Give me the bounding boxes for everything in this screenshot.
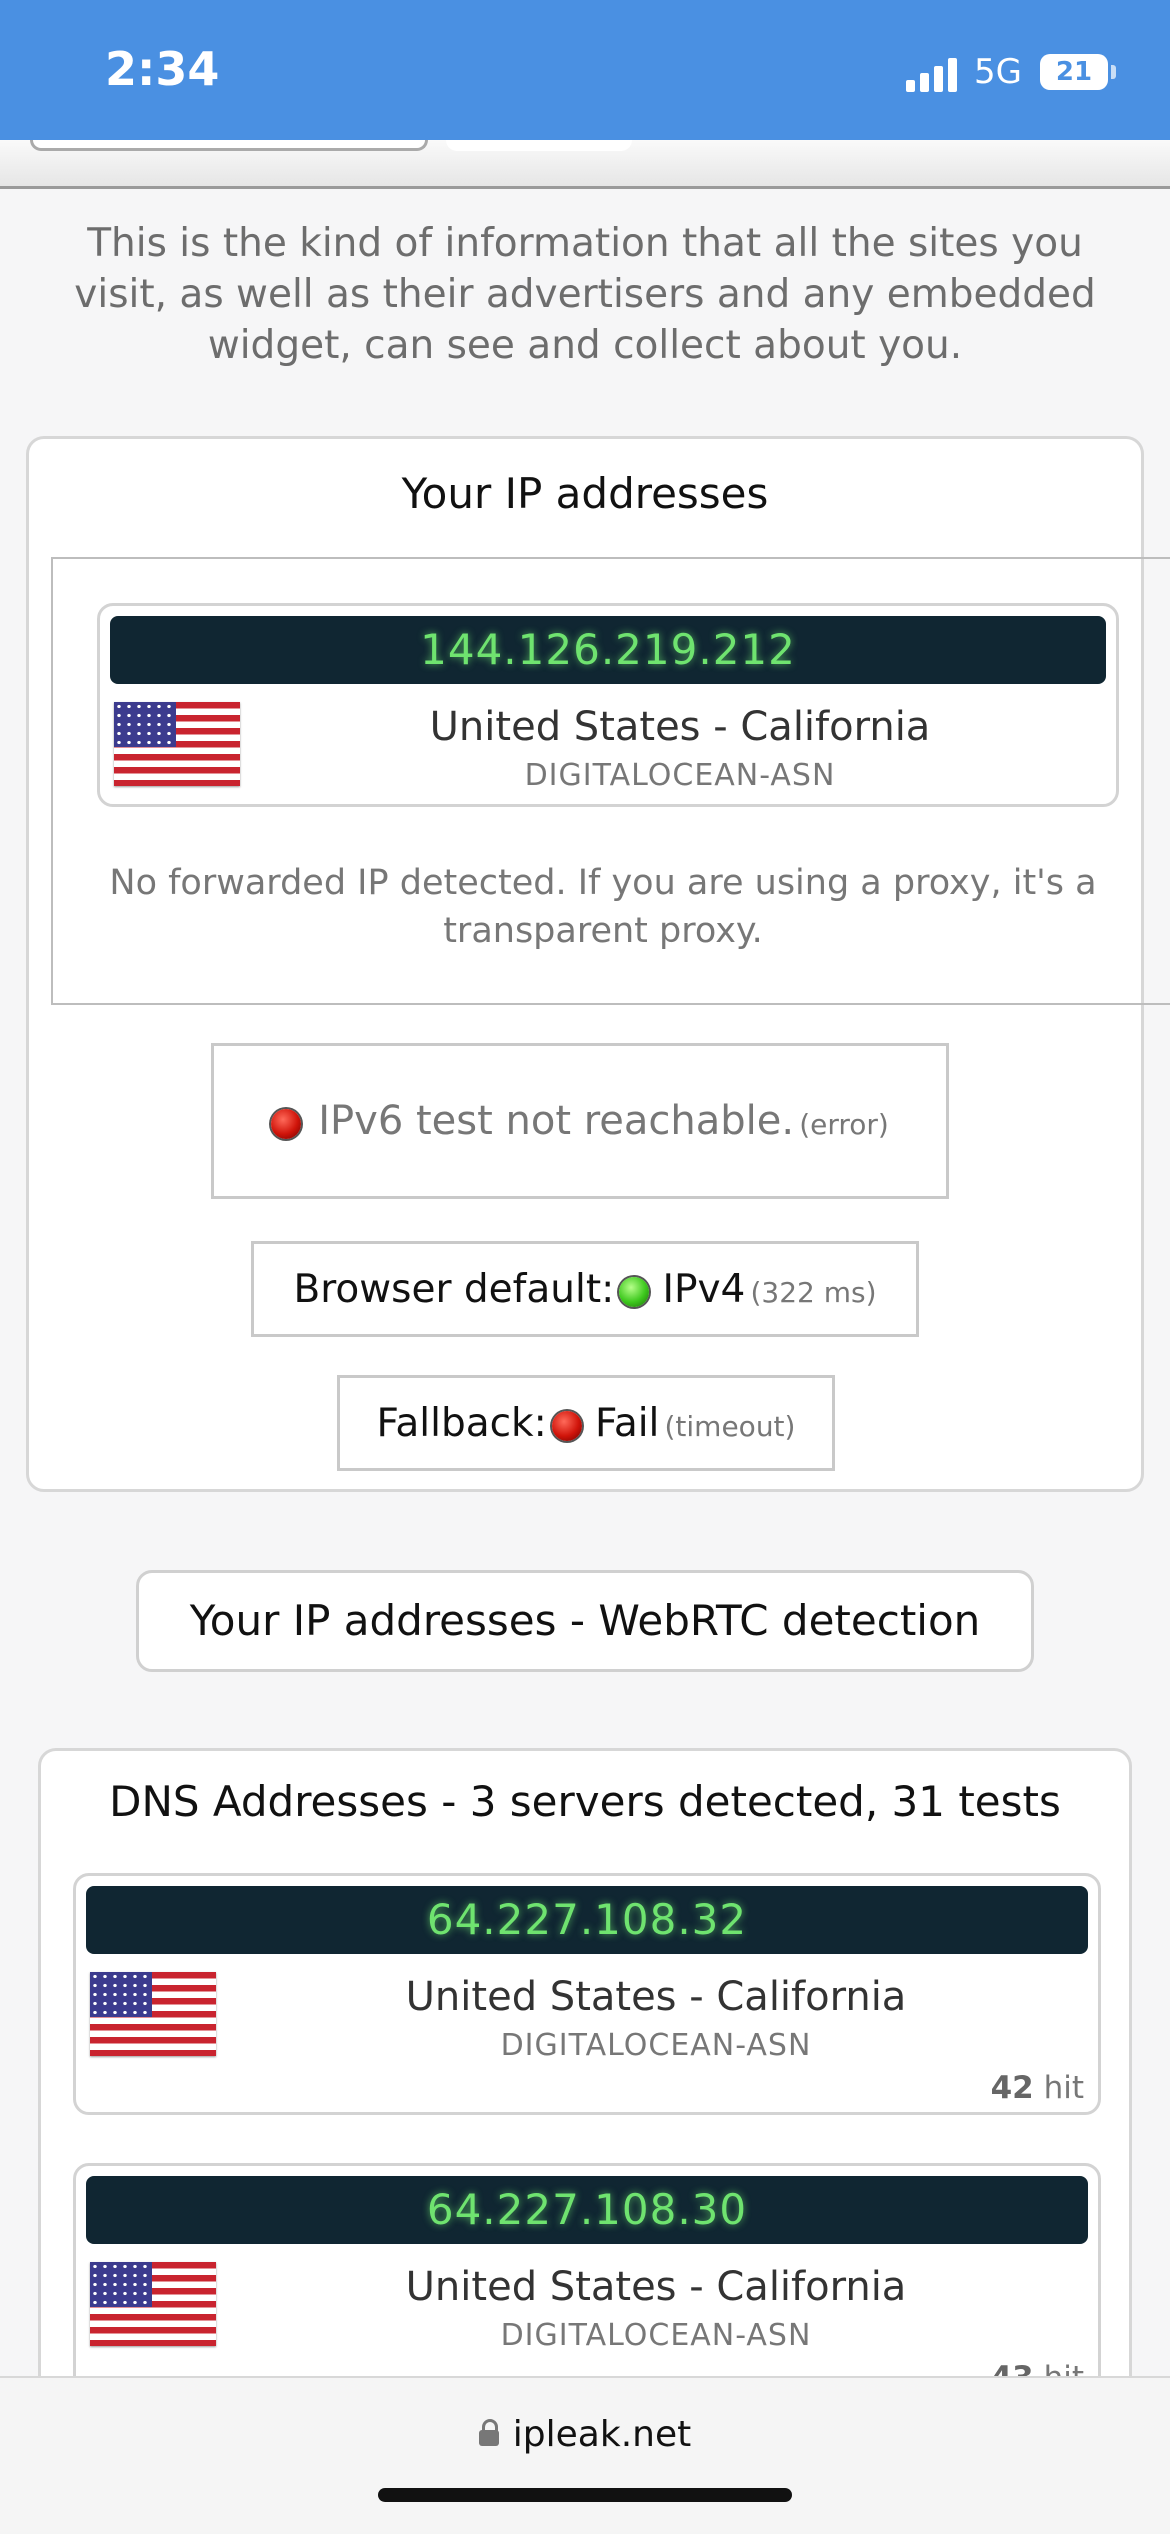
url-text: ipleak.net	[512, 2414, 692, 2455]
ipv6-status-label: IPv6 test not reachable.	[318, 1098, 795, 1144]
dns-ip-address[interactable]: 64.227.108.30	[86, 2176, 1088, 2244]
cellular-signal-icon	[906, 58, 958, 92]
browser-default-box: Browser default: IPv4 (322 ms)	[251, 1241, 919, 1337]
hit-number: 42	[990, 2070, 1034, 2106]
page-header-strip	[0, 140, 1170, 189]
us-flag-icon	[90, 1972, 216, 2056]
dns-server-card: 64.227.108.30 United States - California…	[73, 2163, 1101, 2405]
browser-default-label: Browser default:	[293, 1267, 615, 1312]
ip-card: 144.126.219.212 United States - Californ…	[97, 603, 1119, 807]
status-red-icon	[271, 1108, 302, 1139]
nav-tab[interactable]	[30, 140, 428, 151]
ip-asn: DIGITALOCEAN-ASN	[524, 758, 836, 793]
ipv6-status-detail: (error)	[799, 1108, 889, 1141]
dns-ip-address[interactable]: 64.227.108.32	[86, 1886, 1088, 1954]
section-title: Your IP addresses	[401, 469, 769, 518]
ip-result-box: 144.126.219.212 United States - Californ…	[51, 557, 1170, 1005]
fallback-value: Fail	[594, 1401, 660, 1446]
dns-location: United States - California	[405, 1974, 907, 2020]
network-type: 5G	[974, 52, 1022, 92]
status-green-icon	[619, 1276, 650, 1307]
hit-label: hit	[1043, 2070, 1084, 2106]
section-title: DNS Addresses - 3 servers detected, 31 t…	[109, 1777, 1061, 1826]
fallback-label: Fallback:	[376, 1401, 547, 1446]
battery-icon: 21	[1040, 54, 1116, 90]
us-flag-icon	[90, 2262, 216, 2346]
browser-address-bar[interactable]: ipleak.net	[0, 2376, 1170, 2534]
dns-asn: DIGITALOCEAN-ASN	[500, 2028, 812, 2063]
fallback-box: Fallback: Fail (timeout)	[337, 1375, 835, 1471]
status-bar: 2:34 5G 21	[0, 0, 1170, 140]
webrtc-detection-button[interactable]: Your IP addresses - WebRTC detection	[136, 1570, 1034, 1672]
nav-tab[interactable]	[446, 140, 632, 151]
dns-asn: DIGITALOCEAN-ASN	[500, 2318, 812, 2353]
clock: 2:34	[105, 42, 220, 96]
ip-address[interactable]: 144.126.219.212	[110, 616, 1106, 684]
us-flag-icon	[114, 702, 240, 786]
fallback-detail: (timeout)	[664, 1410, 796, 1443]
forwarded-ip-note: No forwarded IP detected. If you are usi…	[109, 863, 1097, 951]
intro-text: This is the kind of information that all…	[74, 221, 1096, 368]
ip-addresses-card: Your IP addresses 144.126.219.212 United…	[26, 436, 1170, 1492]
url-display[interactable]: ipleak.net	[0, 2414, 1170, 2455]
lock-icon	[478, 2419, 499, 2446]
browser-default-detail: (322 ms)	[750, 1276, 877, 1309]
dns-hit-count: 42 hit	[991, 2070, 1084, 2106]
dns-location: United States - California	[405, 2264, 907, 2310]
browser-default-value: IPv4	[662, 1267, 746, 1312]
status-red-icon	[551, 1410, 582, 1441]
ipv6-test-box: IPv6 test not reachable. (error)	[211, 1043, 949, 1199]
dns-server-card: 64.227.108.32 United States - California…	[73, 1873, 1101, 2115]
ip-location: United States - California	[429, 704, 931, 750]
home-indicator[interactable]	[378, 2488, 792, 2502]
